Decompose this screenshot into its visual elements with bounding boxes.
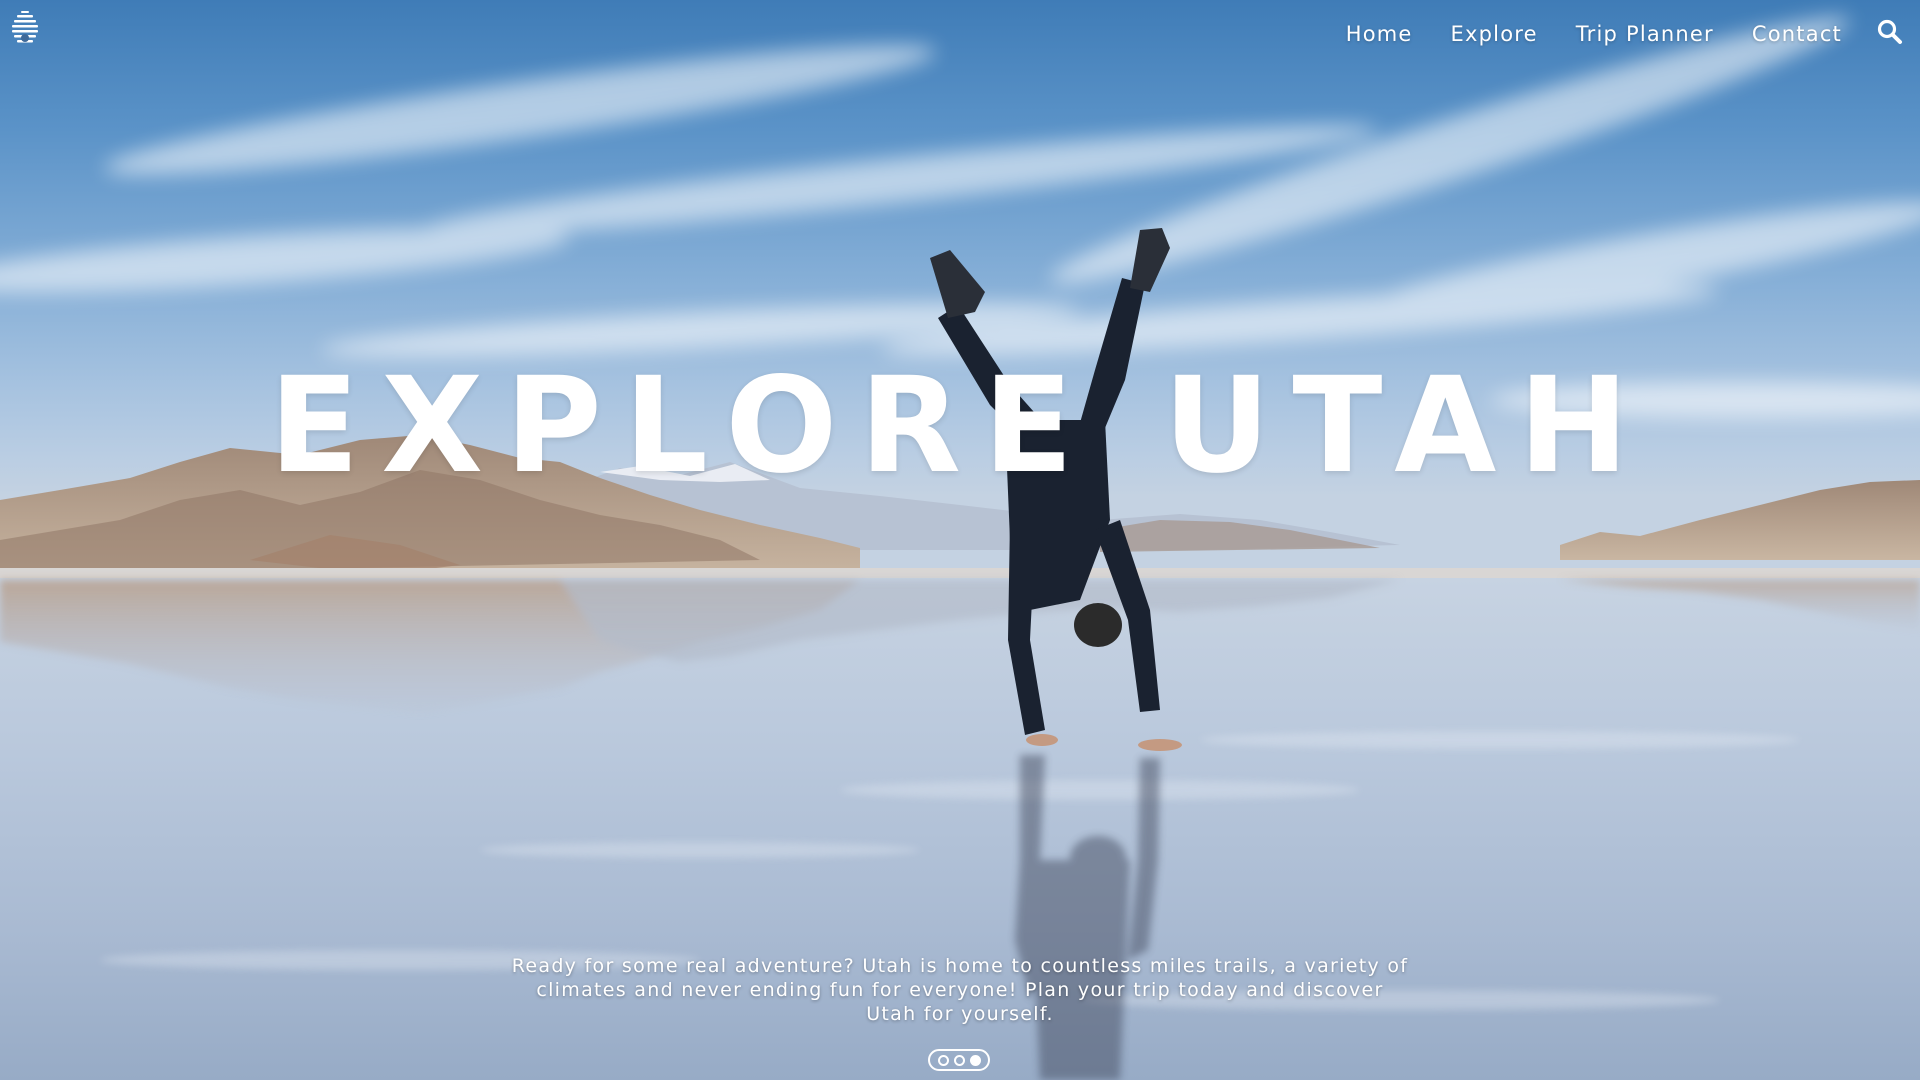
nav-link-trip-planner[interactable]: Trip Planner <box>1576 22 1714 46</box>
hero-description: Ready for some real adventure? Utah is h… <box>511 955 1409 1025</box>
nav-links: Home Explore Trip Planner Contact <box>1346 22 1842 46</box>
carousel-dot-1[interactable] <box>937 1054 949 1066</box>
carousel-dot-2[interactable] <box>953 1054 965 1066</box>
carousel-indicator <box>928 1049 990 1071</box>
hero-title: EXPLORE UTAH <box>269 349 1651 504</box>
top-navigation: Home Explore Trip Planner Contact <box>0 0 1920 72</box>
beehive-icon[interactable] <box>8 10 42 44</box>
hero-section: Home Explore Trip Planner Contact EXPLOR… <box>0 0 1920 1080</box>
carousel-dot-3[interactable] <box>969 1054 981 1066</box>
nav-link-explore[interactable]: Explore <box>1451 22 1538 46</box>
search-icon[interactable] <box>1876 18 1904 46</box>
hero-background-image <box>0 17 1920 1080</box>
nav-link-home[interactable]: Home <box>1346 22 1413 46</box>
nav-link-contact[interactable]: Contact <box>1752 22 1842 46</box>
